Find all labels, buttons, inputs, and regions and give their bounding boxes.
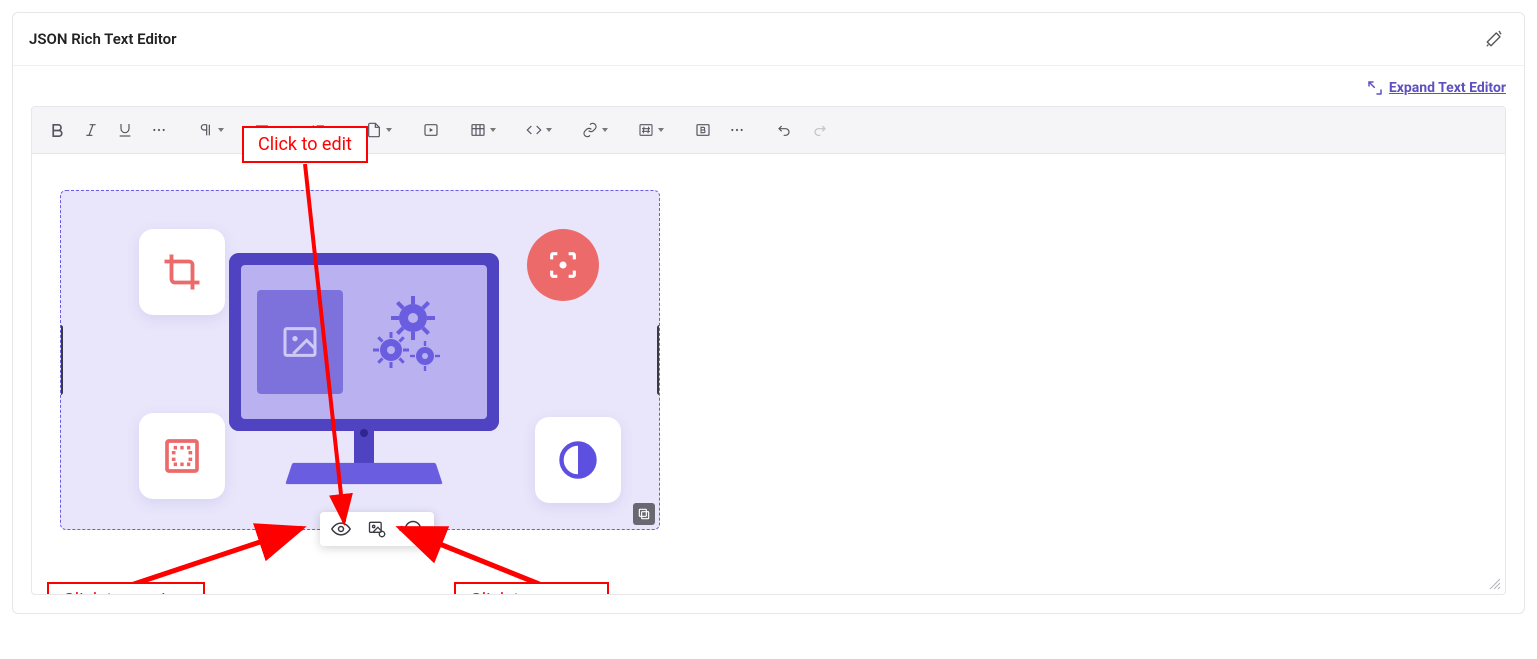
undo-button[interactable] [770,115,800,145]
image-settings-icon [367,519,387,539]
callout-edit-label: Click to edit [258,134,352,155]
remove-icon [403,519,423,539]
bold-button[interactable] [42,115,72,145]
redo-icon [811,122,827,138]
image-icon [278,322,322,362]
callout-edit: Click to edit [242,126,368,163]
pilcrow-icon [198,122,214,138]
contrast-icon [556,438,600,482]
bold-box-icon [695,122,711,138]
code-dropdown[interactable] [520,115,558,145]
bold-icon [49,122,66,139]
video-button[interactable] [416,115,446,145]
fullscreen-tile [139,413,225,499]
table-icon [470,122,486,138]
layers-icon [637,507,651,521]
fullscreen-icon [162,436,202,476]
link-dropdown[interactable] [576,115,614,145]
gears-icon [359,292,459,392]
more-formatting-button[interactable] [144,115,174,145]
asset-settings-badge[interactable] [633,503,655,525]
italic-icon [83,122,99,138]
redo-button[interactable] [804,115,834,145]
callout-remove-label: Click to remove [470,590,593,595]
edit-asset-button[interactable] [366,518,388,540]
paragraph-dropdown[interactable] [192,115,230,145]
link-icon [582,122,598,138]
more-tools-button[interactable] [722,115,752,145]
callout-remove: Click to remove [454,582,609,595]
asset-floating-toolbar [320,512,434,546]
ellipsis-icon [729,122,745,138]
card-body: Expand Text Editor [13,66,1524,613]
expand-editor-label: Expand Text Editor [1389,80,1506,96]
play-square-icon [423,122,439,138]
card-title: JSON Rich Text Editor [29,30,177,48]
ellipsis-icon [151,122,167,138]
table-dropdown[interactable] [464,115,502,145]
focus-badge [527,229,599,301]
asset-wrapper [60,190,660,530]
editor-content-area[interactable]: Click to edit [32,154,1505,594]
bold-box-button[interactable] [688,115,718,145]
editor-frame: Click to edit [31,106,1506,595]
undo-icon [777,122,793,138]
underline-icon [117,122,133,138]
asset-illustration [61,191,659,529]
expand-icon [1367,80,1383,96]
wand-icon [1485,30,1503,48]
code-icon [526,122,542,138]
hash-dropdown[interactable] [632,115,670,145]
ai-wand-button[interactable] [1480,25,1508,53]
monitor-graphic [229,253,499,485]
italic-button[interactable] [76,115,106,145]
eye-icon [331,519,351,539]
underline-button[interactable] [110,115,140,145]
document-icon [366,122,382,138]
selected-asset[interactable] [60,190,660,530]
card-header: JSON Rich Text Editor [13,13,1524,66]
expand-row: Expand Text Editor [31,80,1506,96]
callout-preview-label: Click to preview [63,590,189,595]
focus-icon [546,248,580,282]
remove-asset-button[interactable] [402,518,424,540]
hash-box-icon [638,122,654,138]
contrast-tile [535,417,621,503]
callout-preview: Click to preview [47,582,205,595]
editor-card: JSON Rich Text Editor Expand Text Editor [12,12,1525,614]
preview-asset-button[interactable] [330,518,352,540]
crop-tile [139,229,225,315]
expand-editor-link[interactable]: Expand Text Editor [1367,80,1506,96]
textarea-resize-grip[interactable] [1487,576,1501,590]
crop-icon [161,251,203,293]
